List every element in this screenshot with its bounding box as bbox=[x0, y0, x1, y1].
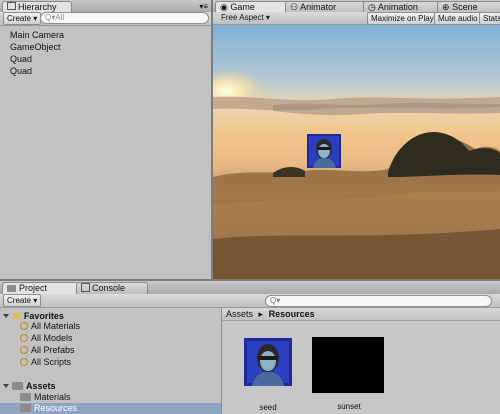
hierarchy-create-label: Create bbox=[7, 14, 32, 23]
assets-header[interactable]: Assets bbox=[3, 380, 56, 392]
favorite-label: All Models bbox=[31, 333, 73, 343]
tab-hierarchy-label: Hierarchy bbox=[18, 2, 57, 12]
favorite-label: All Scripts bbox=[31, 357, 72, 367]
hierarchy-search-placeholder: Q▾All bbox=[45, 13, 65, 22]
hierarchy-create-button[interactable]: Create ▾ bbox=[3, 12, 42, 25]
asset-label: sunset bbox=[337, 402, 361, 411]
hierarchy-search-input[interactable]: Q▾All bbox=[40, 12, 209, 24]
panel-menu-icon[interactable]: ▾≡ bbox=[199, 2, 208, 11]
hierarchy-list: Main Camera GameObject Quad Quad bbox=[0, 26, 211, 279]
favorites-label: Favorites bbox=[23, 311, 64, 321]
maximize-on-play-toggle[interactable]: Maximize on Play bbox=[367, 12, 438, 25]
search-icon: Q▾ bbox=[270, 296, 281, 305]
animator-icon: ⚇ bbox=[290, 2, 299, 12]
project-tree: ★ Favorites All Materials All Models All … bbox=[0, 308, 221, 414]
tab-animator-label: Animator bbox=[300, 2, 337, 12]
assets-label: Assets bbox=[26, 381, 56, 391]
tab-project[interactable]: Project bbox=[2, 282, 78, 294]
hierarchy-item[interactable]: Quad bbox=[10, 54, 32, 64]
tab-console[interactable]: Console bbox=[76, 282, 148, 294]
asset-sunset[interactable]: sunset bbox=[312, 337, 386, 411]
project-content: Assets ▸ Resources seed sunset bbox=[222, 308, 500, 414]
folder-label: Materials bbox=[34, 392, 71, 402]
breadcrumb: Assets ▸ Resources bbox=[222, 308, 500, 321]
hierarchy-icon bbox=[7, 2, 16, 10]
console-icon bbox=[81, 283, 90, 292]
folder-label: Resources bbox=[34, 403, 78, 413]
folder-icon bbox=[7, 285, 16, 292]
expand-triangle-icon[interactable] bbox=[3, 384, 9, 388]
search-filter-icon bbox=[20, 322, 28, 330]
folder-resources-selected[interactable]: Resources bbox=[0, 403, 221, 414]
hierarchy-item[interactable]: Quad bbox=[10, 66, 32, 76]
stats-toggle[interactable]: Stats bbox=[479, 12, 500, 25]
project-create-label: Create bbox=[7, 296, 32, 305]
tab-scene-label: Scene bbox=[452, 2, 478, 12]
game-toolbar: Free Aspect ▾ Maximize on Play Mute audi… bbox=[213, 12, 500, 25]
folder-resources: Resources bbox=[20, 403, 77, 414]
folder-icon bbox=[20, 393, 31, 401]
sunset-thumbnail-image bbox=[312, 337, 384, 393]
favorite-all-prefabs[interactable]: All Prefabs bbox=[20, 345, 75, 356]
folder-materials[interactable]: Materials bbox=[20, 392, 71, 403]
asset-seed[interactable]: seed bbox=[244, 338, 292, 412]
seed-portrait-image bbox=[307, 134, 341, 168]
breadcrumb-assets[interactable]: Assets bbox=[226, 309, 253, 319]
breadcrumb-separator-icon: ▸ bbox=[258, 309, 264, 319]
project-toolbar: Create ▾ Q▾ bbox=[0, 294, 500, 308]
hierarchy-toolbar: Create ▾ Q▾All bbox=[0, 12, 211, 26]
tab-game-label: Game bbox=[230, 2, 255, 12]
favorite-all-scripts[interactable]: All Scripts bbox=[20, 357, 71, 368]
tab-project-label: Project bbox=[19, 283, 48, 293]
seed-sprite[interactable] bbox=[307, 134, 341, 168]
aspect-dropdown-label: Free Aspect bbox=[221, 13, 264, 22]
game-icon: ◉ bbox=[220, 2, 228, 12]
favorite-all-materials[interactable]: All Materials bbox=[20, 321, 80, 332]
mute-audio-toggle[interactable]: Mute audio bbox=[434, 12, 482, 25]
tab-animation-label: Animation bbox=[377, 2, 418, 12]
project-search-input[interactable]: Q▾ bbox=[265, 295, 492, 307]
tab-console-label: Console bbox=[92, 283, 126, 293]
game-viewport[interactable] bbox=[213, 25, 500, 279]
search-filter-icon bbox=[20, 334, 28, 342]
project-create-button[interactable]: Create ▾ bbox=[3, 294, 42, 307]
animation-icon: ◷ bbox=[368, 2, 376, 12]
aspect-dropdown[interactable]: Free Aspect ▾ bbox=[221, 13, 270, 22]
aspect-chevron-icon: ▾ bbox=[265, 13, 270, 22]
expand-triangle-icon[interactable] bbox=[3, 314, 9, 318]
favorite-label: All Materials bbox=[31, 321, 81, 331]
hierarchy-item[interactable]: Main Camera bbox=[10, 30, 64, 40]
seed-thumbnail-image bbox=[244, 338, 292, 386]
search-filter-icon bbox=[20, 346, 28, 354]
breadcrumb-resources[interactable]: Resources bbox=[269, 309, 315, 319]
favorite-label: All Prefabs bbox=[31, 345, 75, 355]
folder-icon bbox=[20, 404, 31, 412]
asset-label: seed bbox=[259, 403, 277, 412]
folder-icon bbox=[12, 382, 23, 390]
search-filter-icon bbox=[20, 358, 28, 366]
scene-icon: ⊕ bbox=[442, 2, 450, 12]
hierarchy-item[interactable]: GameObject bbox=[10, 42, 61, 52]
project-tabbar: Project Console bbox=[0, 281, 500, 295]
sunset-landscape-image bbox=[213, 25, 500, 279]
favorite-all-models[interactable]: All Models bbox=[20, 333, 73, 344]
